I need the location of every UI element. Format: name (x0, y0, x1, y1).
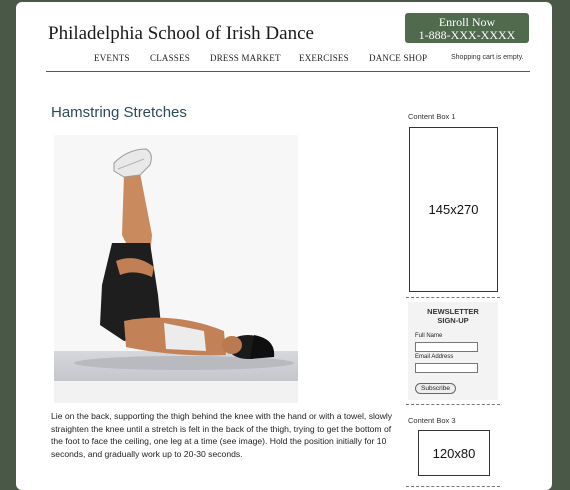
main-nav: EVENTS CLASSES DRESS MARKET EXERCISES DA… (46, 51, 530, 72)
content-box-1: 145x270 (409, 127, 498, 292)
newsletter-title-line2: SIGN-UP (437, 316, 469, 325)
hamstring-stretch-illustration (54, 135, 298, 403)
nav-item-dance-shop[interactable]: DANCE SHOP (369, 53, 427, 63)
content-box-1-label: Content Box 1 (408, 112, 456, 121)
nav-item-dress-market[interactable]: DRESS MARKET (210, 53, 281, 63)
sidebar-divider-3 (406, 486, 500, 487)
nav-item-exercises[interactable]: EXERCISES (299, 53, 349, 63)
newsletter-title: NEWSLETTER SIGN-UP (408, 307, 498, 325)
content-box-3-label: Content Box 3 (408, 416, 456, 425)
page-container: Philadelphia School of Irish Dance Enrol… (16, 2, 552, 490)
site-title[interactable]: Philadelphia School of Irish Dance (48, 23, 314, 45)
newsletter-signup: NEWSLETTER SIGN-UP Full Name Email Addre… (408, 302, 498, 400)
sidebar-divider-2 (406, 404, 500, 405)
full-name-field[interactable] (415, 342, 478, 352)
email-label: Email Address (415, 354, 454, 360)
enroll-now-button[interactable]: Enroll Now 1-888-XXX-XXXX (405, 13, 529, 43)
content-box-1-size: 145x270 (428, 202, 479, 217)
stretch-photo (54, 135, 298, 403)
enroll-phone: 1-888-XXX-XXXX (418, 28, 516, 42)
cart-status[interactable]: Shopping cart is empty. (451, 54, 524, 61)
email-field[interactable] (415, 363, 478, 373)
exercise-description: Lie on the back, supporting the thigh be… (51, 411, 393, 459)
newsletter-title-line1: NEWSLETTER (427, 307, 479, 316)
content-box-3: 120x80 (418, 430, 490, 476)
sidebar-divider (406, 297, 500, 298)
nav-item-classes[interactable]: CLASSES (150, 53, 190, 63)
content-box-3-size: 120x80 (432, 445, 476, 461)
subscribe-button[interactable]: Subscribe (415, 383, 456, 394)
full-name-label: Full Name (415, 333, 443, 339)
nav-item-events[interactable]: EVENTS (94, 53, 130, 63)
page-title: Hamstring Stretches (51, 104, 187, 121)
